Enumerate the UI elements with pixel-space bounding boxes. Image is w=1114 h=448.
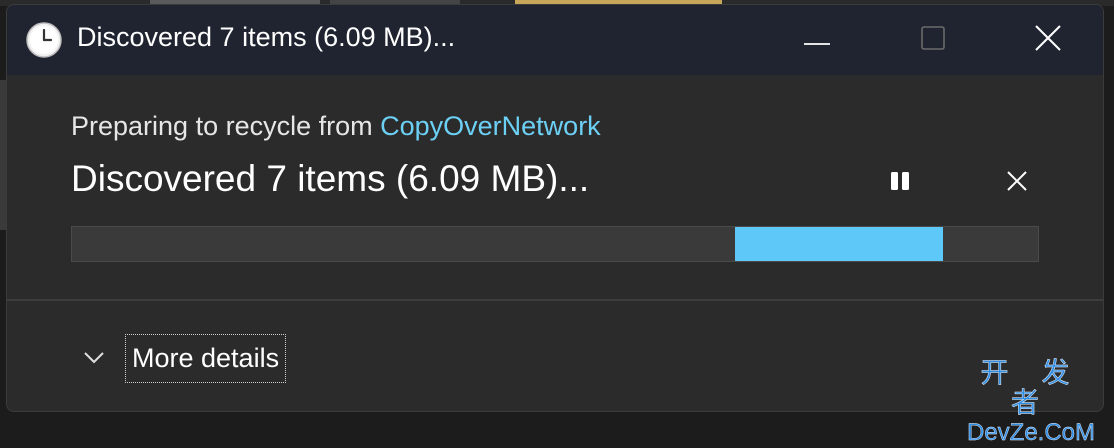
minimize-icon bbox=[804, 31, 830, 50]
pause-button[interactable] bbox=[878, 161, 922, 205]
more-details-label[interactable]: More details bbox=[125, 333, 287, 383]
maximize-icon bbox=[921, 26, 945, 54]
subtitle-prefix: Preparing to recycle from bbox=[71, 111, 381, 141]
close-window-button[interactable] bbox=[990, 5, 1103, 75]
pause-icon bbox=[889, 170, 911, 196]
watermark: 开 发 者 DevZe.CoM bbox=[955, 356, 1107, 446]
progress-indicator bbox=[734, 227, 944, 261]
minimize-button[interactable] bbox=[759, 5, 875, 75]
operation-subtitle: Preparing to recycle from CopyOverNetwor… bbox=[71, 111, 601, 142]
window-title: Discovered 7 items (6.09 MB)... bbox=[77, 22, 456, 52]
divider bbox=[7, 299, 1103, 301]
close-icon bbox=[1035, 25, 1061, 55]
status-heading: Discovered 7 items (6.09 MB)... bbox=[71, 158, 590, 199]
chevron-down-icon bbox=[81, 345, 107, 371]
title-bar[interactable]: Discovered 7 items (6.09 MB)... bbox=[7, 5, 1103, 75]
clock-icon bbox=[25, 21, 63, 59]
more-details-toggle[interactable]: More details bbox=[81, 332, 287, 384]
maximize-button[interactable] bbox=[875, 5, 991, 75]
file-operation-dialog: Discovered 7 items (6.09 MB)... Preparin… bbox=[6, 4, 1104, 412]
watermark-line2: DevZe.CoM bbox=[966, 419, 1096, 446]
source-location-link[interactable]: CopyOverNetwork bbox=[380, 111, 601, 141]
close-icon bbox=[1006, 170, 1028, 196]
watermark-line1: 开 发 者 bbox=[980, 356, 1082, 419]
cancel-operation-button[interactable] bbox=[995, 161, 1039, 205]
progress-bar bbox=[71, 226, 1039, 262]
